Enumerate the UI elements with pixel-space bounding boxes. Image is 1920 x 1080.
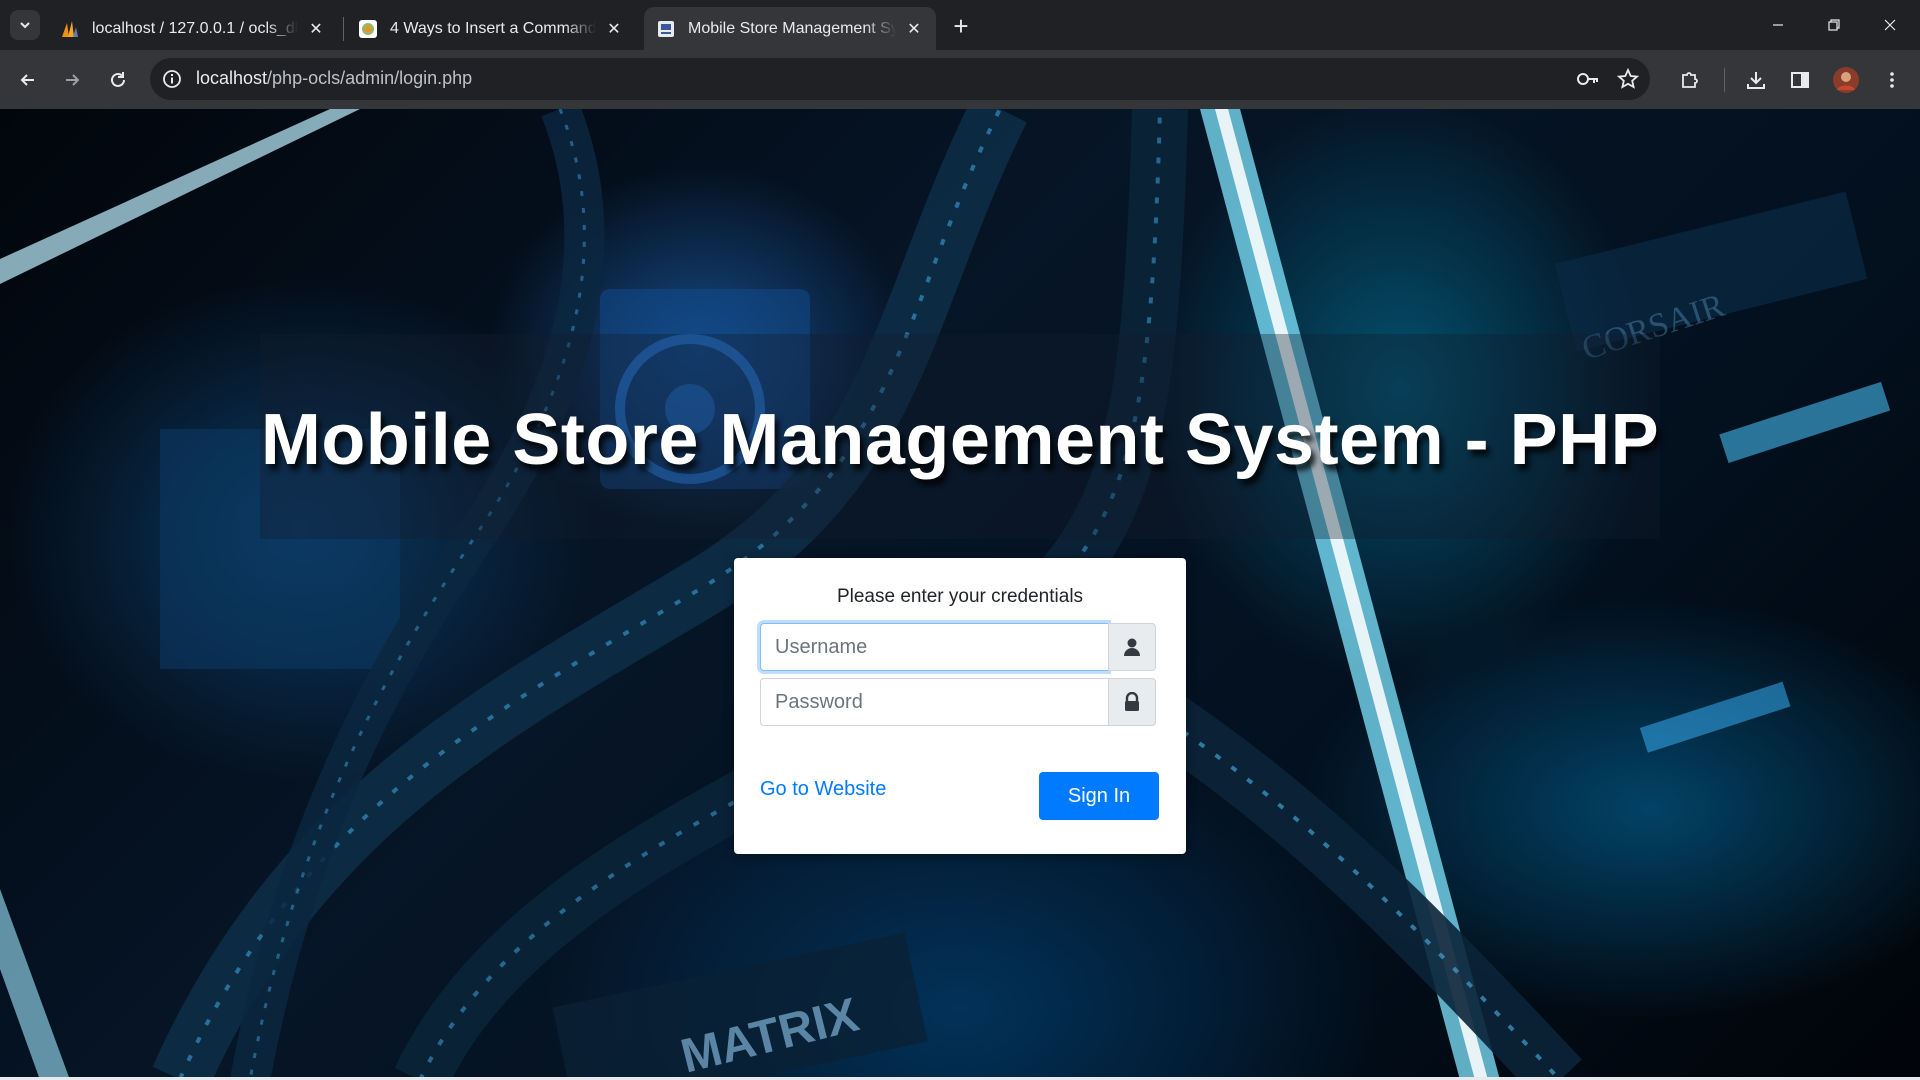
reload-icon	[111, 72, 125, 87]
wikihow-icon	[358, 19, 378, 39]
close-icon[interactable]: ✕	[904, 19, 924, 39]
side-panel-button[interactable]	[1784, 64, 1816, 96]
login-page: MATRIX CORSAIR Mobile Store Management S…	[0, 109, 1920, 1080]
password-key-icon[interactable]	[1572, 63, 1604, 95]
page-icon	[656, 19, 676, 39]
user-icon	[1108, 623, 1156, 671]
close-icon[interactable]: ✕	[306, 19, 326, 39]
minimize-icon	[1773, 24, 1783, 26]
password-input[interactable]	[760, 678, 1108, 726]
address-bar[interactable]: localhost/php-ocls/admin/login.php	[150, 58, 1650, 100]
sign-in-button[interactable]: Sign In	[1039, 772, 1159, 820]
close-window-button[interactable]	[1862, 0, 1918, 50]
url-path: /php-ocls/admin/login.php	[267, 68, 473, 88]
tab-title: Mobile Store Management System	[688, 19, 896, 37]
download-icon	[1747, 72, 1765, 89]
login-card: Please enter your credentials Go to Webs…	[734, 558, 1186, 854]
browser-toolbar: localhost/php-ocls/admin/login.php	[0, 50, 1920, 109]
username-input[interactable]	[760, 623, 1108, 671]
tab-wikihow[interactable]: 4 Ways to Insert a Command or Code ✕	[346, 7, 636, 50]
arrow-left-icon	[20, 74, 34, 86]
profile-avatar[interactable]	[1830, 64, 1862, 96]
url-text: localhost/php-ocls/admin/login.php	[196, 68, 472, 89]
extensions-button[interactable]	[1674, 64, 1706, 96]
tab-phpmyadmin[interactable]: localhost / 127.0.0.1 / ocls_db | phpMyA…	[48, 7, 338, 50]
tab-mobile-store[interactable]: Mobile Store Management System ✕	[644, 7, 936, 50]
bookmark-star-icon[interactable]	[1612, 63, 1644, 95]
back-button[interactable]	[12, 64, 44, 96]
close-icon	[1884, 19, 1896, 31]
puzzle-icon	[1682, 72, 1698, 88]
password-group	[760, 678, 1156, 726]
tab-title: 4 Ways to Insert a Command or Code	[390, 19, 596, 37]
restore-button[interactable]	[1806, 0, 1862, 50]
reload-button[interactable]	[102, 64, 134, 96]
side-panel-icon	[1791, 72, 1809, 88]
minimize-button[interactable]	[1750, 0, 1806, 50]
toolbar-divider	[1724, 68, 1725, 92]
site-info-icon[interactable]	[160, 67, 184, 91]
url-host: localhost	[196, 68, 268, 88]
tab-search-button[interactable]	[10, 10, 40, 40]
menu-button[interactable]	[1876, 64, 1908, 96]
username-group	[760, 623, 1156, 671]
tab-strip: localhost / 127.0.0.1 / ocls_db | phpMyA…	[0, 0, 1920, 50]
lock-icon	[1108, 678, 1156, 726]
close-icon[interactable]: ✕	[604, 19, 624, 39]
tab-divider	[343, 17, 344, 41]
page-title: Mobile Store Management System - PHP	[260, 400, 1660, 480]
phpmyadmin-icon	[60, 19, 80, 39]
go-to-website-link[interactable]: Go to Website	[760, 778, 886, 801]
arrow-right-icon	[66, 74, 80, 86]
tab-title: localhost / 127.0.0.1 / ocls_db | phpMyA…	[92, 19, 298, 37]
restore-icon	[1828, 19, 1840, 31]
chevron-down-icon	[20, 22, 30, 29]
forward-button[interactable]	[56, 64, 88, 96]
downloads-button[interactable]	[1740, 64, 1772, 96]
login-message: Please enter your credentials	[836, 586, 1084, 607]
new-tab-button[interactable]: +	[947, 11, 975, 41]
more-vertical-icon	[1890, 72, 1894, 88]
avatar-icon	[1833, 67, 1859, 93]
